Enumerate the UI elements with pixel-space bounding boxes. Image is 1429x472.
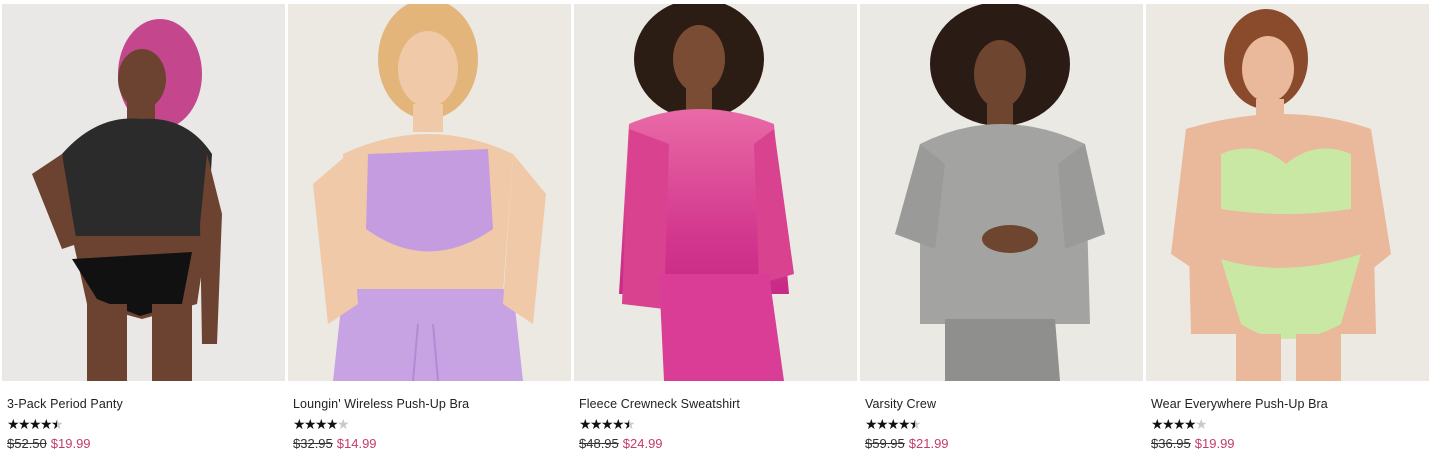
product-photo-illustration <box>288 4 571 381</box>
original-price: $32.95 <box>293 436 333 451</box>
product-name[interactable]: Wear Everywhere Push-Up Bra <box>1151 396 1424 412</box>
star-full-icon: ★ <box>315 417 328 433</box>
star-rating: ★ ★ ★ ★ ★ <box>1151 418 1424 432</box>
star-full-icon: ★ <box>1184 417 1197 433</box>
star-full-icon: ★ <box>293 417 306 433</box>
original-price: $48.95 <box>579 436 619 451</box>
star-full-icon: ★ <box>304 417 317 433</box>
star-empty-icon: ★ <box>337 417 350 433</box>
product-image[interactable] <box>860 4 1143 381</box>
product-name[interactable]: Loungin' Wireless Push-Up Bra <box>293 396 566 412</box>
sale-price: $24.99 <box>622 436 663 451</box>
star-full-icon: ★ <box>18 417 31 433</box>
product-photo-illustration <box>860 4 1143 381</box>
star-full-icon: ★ <box>612 417 625 433</box>
star-full-icon: ★ <box>1173 417 1186 433</box>
star-rating: ★ ★ ★ ★ ★ <box>293 418 566 432</box>
product-photo-illustration <box>574 4 857 381</box>
product-card[interactable]: 3-Pack Period Panty ★ ★ ★ ★ ★ $52.50 $19.99 <box>2 4 285 472</box>
star-half-icon: ★ <box>623 417 636 433</box>
product-photo-illustration <box>2 4 285 381</box>
original-price: $52.50 <box>7 436 47 451</box>
star-full-icon: ★ <box>29 417 42 433</box>
star-empty-icon: ★ <box>1195 417 1208 433</box>
star-full-icon: ★ <box>590 417 603 433</box>
star-half-icon: ★ <box>51 417 64 433</box>
sale-price: $19.99 <box>50 436 91 451</box>
star-rating: ★ ★ ★ ★ ★ <box>865 418 1138 432</box>
product-card[interactable]: Loungin' Wireless Push-Up Bra ★ ★ ★ ★ ★ $32.… <box>288 4 571 472</box>
product-card[interactable]: Varsity Crew ★ ★ ★ ★ ★ $59.95 $21.99 <box>860 4 1143 472</box>
product-image[interactable] <box>2 4 285 381</box>
original-price: $59.95 <box>865 436 905 451</box>
product-grid: 3-Pack Period Panty ★ ★ ★ ★ ★ $52.50 $19.99 <box>0 4 1429 472</box>
product-image[interactable] <box>574 4 857 381</box>
sale-price: $19.99 <box>1194 436 1235 451</box>
product-image[interactable] <box>288 4 571 381</box>
star-rating: ★ ★ ★ ★ ★ <box>579 418 852 432</box>
star-full-icon: ★ <box>40 417 53 433</box>
star-full-icon: ★ <box>7 417 20 433</box>
star-full-icon: ★ <box>579 417 592 433</box>
product-name[interactable]: 3-Pack Period Panty <box>7 396 280 412</box>
product-card[interactable]: Fleece Crewneck Sweatshirt ★ ★ ★ ★ ★ $48.95 $… <box>574 4 857 472</box>
star-full-icon: ★ <box>887 417 900 433</box>
sale-price: $14.99 <box>336 436 377 451</box>
original-price: $36.95 <box>1151 436 1191 451</box>
star-full-icon: ★ <box>601 417 614 433</box>
star-rating: ★ ★ ★ ★ ★ <box>7 418 280 432</box>
sale-price: $21.99 <box>908 436 949 451</box>
star-full-icon: ★ <box>1162 417 1175 433</box>
product-name[interactable]: Fleece Crewneck Sweatshirt <box>579 396 852 412</box>
star-half-icon: ★ <box>909 417 922 433</box>
product-photo-illustration <box>1146 4 1429 381</box>
product-card[interactable]: Wear Everywhere Push-Up Bra ★ ★ ★ ★ ★ $36.95… <box>1146 4 1429 472</box>
product-name[interactable]: Varsity Crew <box>865 396 1138 412</box>
star-full-icon: ★ <box>1151 417 1164 433</box>
star-full-icon: ★ <box>876 417 889 433</box>
star-full-icon: ★ <box>326 417 339 433</box>
product-image[interactable] <box>1146 4 1429 381</box>
star-full-icon: ★ <box>865 417 878 433</box>
star-full-icon: ★ <box>898 417 911 433</box>
